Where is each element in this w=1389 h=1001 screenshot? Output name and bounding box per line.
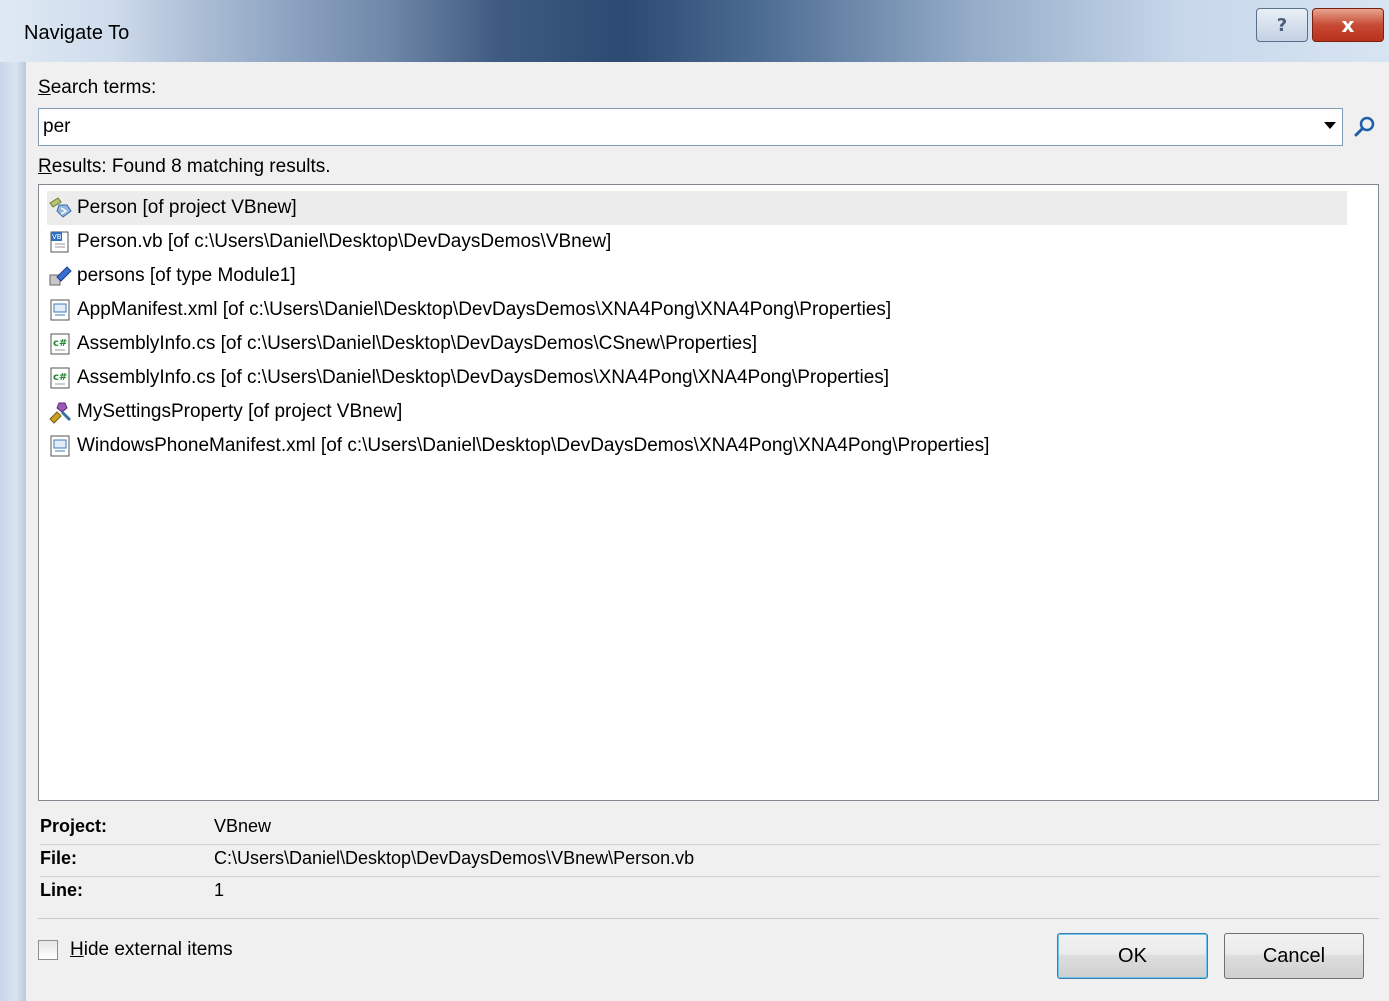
separator bbox=[38, 918, 1379, 919]
list-item[interactable]: c# AssemblyInfo.cs [of c:\Users\Daniel\D… bbox=[47, 361, 1347, 395]
field-icon bbox=[49, 266, 72, 286]
window-frame bbox=[0, 62, 26, 1001]
window-title: Navigate To bbox=[24, 22, 130, 44]
file-label: File: bbox=[40, 848, 78, 868]
hide-external-items-checkbox[interactable] bbox=[38, 940, 58, 960]
file-row: File: C:\Users\Daniel\Desktop\DevDaysDem… bbox=[40, 844, 1380, 877]
list-item[interactable]: VB Person.vb [of c:\Users\Daniel\Desktop… bbox=[47, 225, 1347, 259]
line-row: Line: 1 bbox=[40, 876, 1380, 908]
svg-text:VB: VB bbox=[52, 233, 62, 241]
line-label: Line: bbox=[40, 880, 83, 900]
cs-file-icon: c# bbox=[50, 367, 70, 389]
file-value: C:\Users\Daniel\Desktop\DevDaysDemos\VBn… bbox=[214, 848, 695, 868]
results-label: Results: Found 8 matching results. bbox=[38, 156, 331, 177]
help-button[interactable]: ? bbox=[1256, 8, 1308, 42]
project-row: Project: VBnew bbox=[40, 812, 1380, 845]
project-label: Project: bbox=[40, 816, 108, 836]
xml-file-icon bbox=[50, 435, 70, 457]
project-value: VBnew bbox=[214, 816, 272, 836]
ok-button[interactable]: OK bbox=[1057, 933, 1208, 979]
list-item[interactable]: persons [of type Module1] bbox=[47, 259, 1347, 293]
list-item[interactable]: c# AssemblyInfo.cs [of c:\Users\Daniel\D… bbox=[47, 327, 1347, 361]
search-icon[interactable] bbox=[1352, 114, 1378, 140]
help-icon: ? bbox=[1276, 14, 1288, 36]
title-bar[interactable]: Navigate To ? x bbox=[0, 0, 1389, 63]
results-list[interactable]: Person [of project VBnew] VB Person.vb [… bbox=[38, 184, 1379, 801]
svg-text:c#: c# bbox=[53, 372, 67, 383]
module-icon bbox=[49, 402, 72, 424]
list-item[interactable]: Person [of project VBnew] bbox=[47, 191, 1347, 225]
list-item[interactable]: AppManifest.xml [of c:\Users\Daniel\Desk… bbox=[47, 293, 1347, 327]
close-button[interactable]: x bbox=[1312, 8, 1384, 42]
hide-external-items-label[interactable]: Hide external items bbox=[70, 939, 233, 961]
search-combobox[interactable] bbox=[38, 108, 1343, 146]
line-value: 1 bbox=[214, 880, 225, 900]
list-item[interactable]: MySettingsProperty [of project VBnew] bbox=[47, 395, 1347, 429]
xml-file-icon bbox=[50, 299, 70, 321]
svg-text:c#: c# bbox=[53, 338, 67, 349]
class-icon bbox=[49, 197, 72, 218]
list-item[interactable]: WindowsPhoneManifest.xml [of c:\Users\Da… bbox=[47, 429, 1347, 463]
vb-file-icon: VB bbox=[50, 231, 69, 253]
cs-file-icon: c# bbox=[50, 333, 70, 355]
close-icon: x bbox=[1341, 13, 1355, 37]
dropdown-arrow-icon[interactable] bbox=[1324, 122, 1336, 129]
search-input[interactable] bbox=[43, 115, 1313, 139]
search-terms-label: Search terms: bbox=[38, 77, 157, 98]
cancel-button[interactable]: Cancel bbox=[1224, 933, 1364, 979]
navigate-to-dialog: Navigate To ? x Search terms: Results: F… bbox=[0, 0, 1389, 1001]
